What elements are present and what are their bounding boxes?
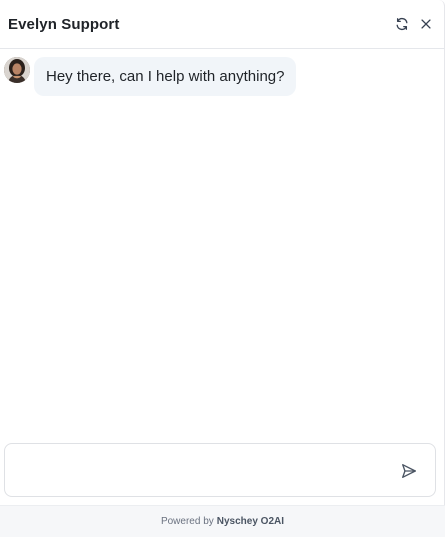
header-actions (395, 17, 433, 31)
chat-title: Evelyn Support (8, 15, 120, 33)
refresh-icon (396, 17, 408, 31)
footer-prefix: Powered by (160, 516, 214, 527)
message-row: Hey there, can I help with anything? (4, 57, 297, 96)
chat-widget: Evelyn Support Hey there, can I help wit… (0, 0, 445, 537)
refresh-button[interactable] (395, 17, 409, 31)
message-input[interactable] (15, 444, 385, 496)
agent-avatar (4, 57, 30, 83)
powered-by-footer: Powered by Nyschey O2AI (0, 505, 445, 537)
agent-message-bubble: Hey there, can I help with anything? (34, 57, 297, 96)
message-composer (4, 443, 436, 497)
footer-brand[interactable]: Nyschey O2AI (217, 516, 284, 527)
close-button[interactable] (419, 17, 433, 31)
send-button[interactable] (400, 462, 418, 480)
message-list: Hey there, can I help with anything? (0, 49, 445, 443)
close-icon (421, 19, 431, 29)
send-icon (402, 464, 416, 478)
chat-header: Evelyn Support (0, 0, 445, 49)
